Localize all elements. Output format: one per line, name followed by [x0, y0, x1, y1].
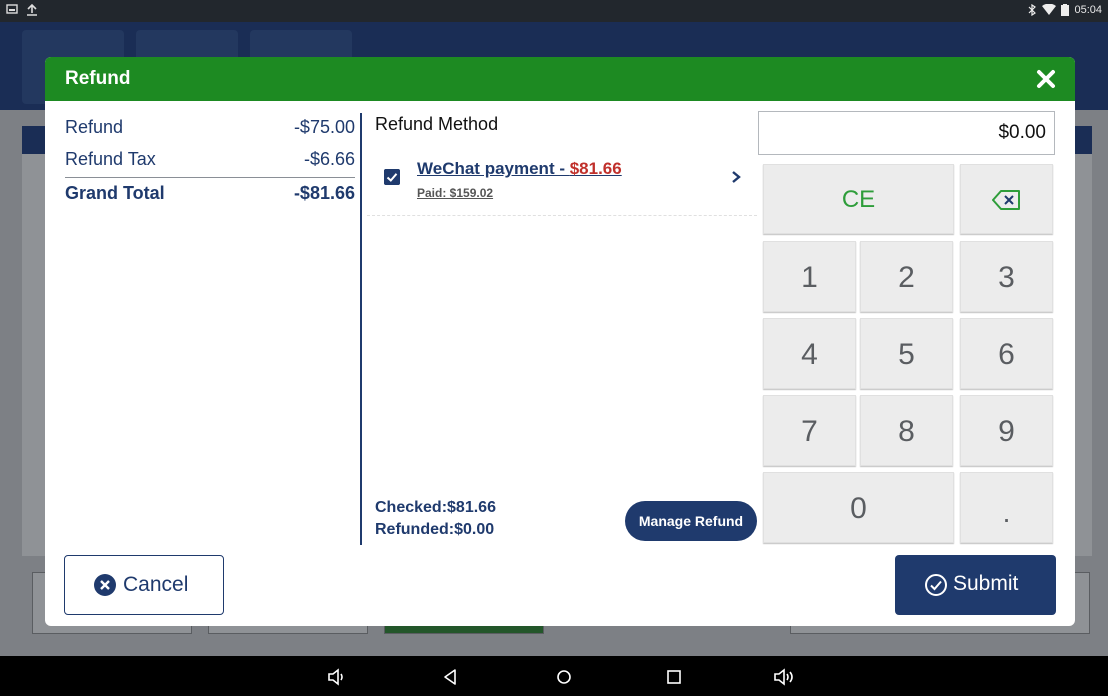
cancel-button[interactable]: Cancel [64, 555, 224, 615]
payment-method-label: WeChat payment - [417, 159, 570, 178]
volume-up-icon[interactable] [773, 666, 795, 688]
refund-tax-row: Refund Tax -$6.66 [65, 147, 355, 173]
screenshot-icon [6, 4, 18, 14]
dialog-title: Refund [65, 68, 131, 89]
refund-row: Refund -$75.00 [65, 115, 355, 141]
payment-paid-amount: Paid: $159.02 [417, 186, 494, 200]
numpad-key-decimal[interactable]: . [960, 472, 1053, 543]
numpad-key-9[interactable]: 9 [960, 395, 1053, 466]
refund-dialog: Refund Refund -$75.00 Refund Tax -$6.66 … [45, 57, 1075, 626]
upload-icon [27, 3, 37, 16]
submit-button-label: Submit [953, 572, 1019, 595]
close-icon[interactable] [1031, 64, 1061, 94]
numpad-key-4[interactable]: 4 [763, 318, 856, 389]
numpad-key-3[interactable]: 3 [960, 241, 1053, 312]
navigation-bar [0, 656, 1108, 696]
cancel-circle-icon [94, 574, 116, 596]
cancel-button-label: Cancel [123, 573, 189, 596]
payment-method-name[interactable]: WeChat payment - $81.66 [417, 159, 622, 179]
numpad-key-6[interactable]: 6 [960, 318, 1053, 389]
backspace-key[interactable] [960, 164, 1053, 234]
check-circle-icon [925, 574, 947, 596]
summary-divider [65, 177, 355, 178]
status-time: 05:04 [1074, 4, 1102, 16]
volume-down-icon[interactable] [326, 666, 348, 688]
battery-icon [1061, 4, 1070, 16]
numpad-key-0[interactable]: 0 [763, 472, 954, 543]
numpad-key-2[interactable]: 2 [860, 241, 953, 312]
refund-method-title: Refund Method [375, 114, 499, 134]
refund-label: Refund [65, 117, 124, 137]
checked-total: Checked:$81.66 [375, 499, 496, 516]
numpad-key-5[interactable]: 5 [860, 318, 953, 389]
refunded-total: Refunded:$0.00 [375, 521, 495, 538]
submit-button[interactable]: Submit [895, 555, 1056, 615]
amount-input[interactable]: $0.00 [758, 111, 1055, 155]
wifi-icon [1042, 4, 1057, 15]
refund-value: -$75.00 [293, 117, 355, 137]
checkbox-checked-icon[interactable] [384, 169, 400, 185]
numpad-key-7[interactable]: 7 [763, 395, 856, 466]
chevron-right-icon[interactable] [729, 169, 743, 185]
column-divider [360, 113, 362, 545]
recents-icon[interactable] [663, 666, 685, 688]
backspace-icon [991, 190, 1020, 210]
clear-entry-key[interactable]: CE [763, 164, 954, 234]
refund-tax-label: Refund Tax [65, 149, 156, 169]
manage-refund-button[interactable]: Manage Refund [625, 501, 757, 541]
back-icon[interactable] [440, 666, 462, 688]
numpad-key-1[interactable]: 1 [763, 241, 856, 312]
grand-total-value: -$81.66 [293, 183, 355, 203]
dialog-header: Refund [45, 57, 1075, 101]
payment-method-amount: $81.66 [569, 159, 622, 178]
grand-total-row: Grand Total -$81.66 [65, 181, 355, 207]
refund-method-item[interactable]: WeChat payment - $81.66 Paid: $159.02 [367, 150, 757, 216]
status-bar: 05:04 [0, 0, 1108, 22]
grand-total-label: Grand Total [65, 183, 165, 203]
bluetooth-icon [1029, 4, 1037, 16]
numpad-key-8[interactable]: 8 [860, 395, 953, 466]
home-icon[interactable] [553, 666, 575, 688]
refund-tax-value: -$6.66 [303, 149, 355, 169]
